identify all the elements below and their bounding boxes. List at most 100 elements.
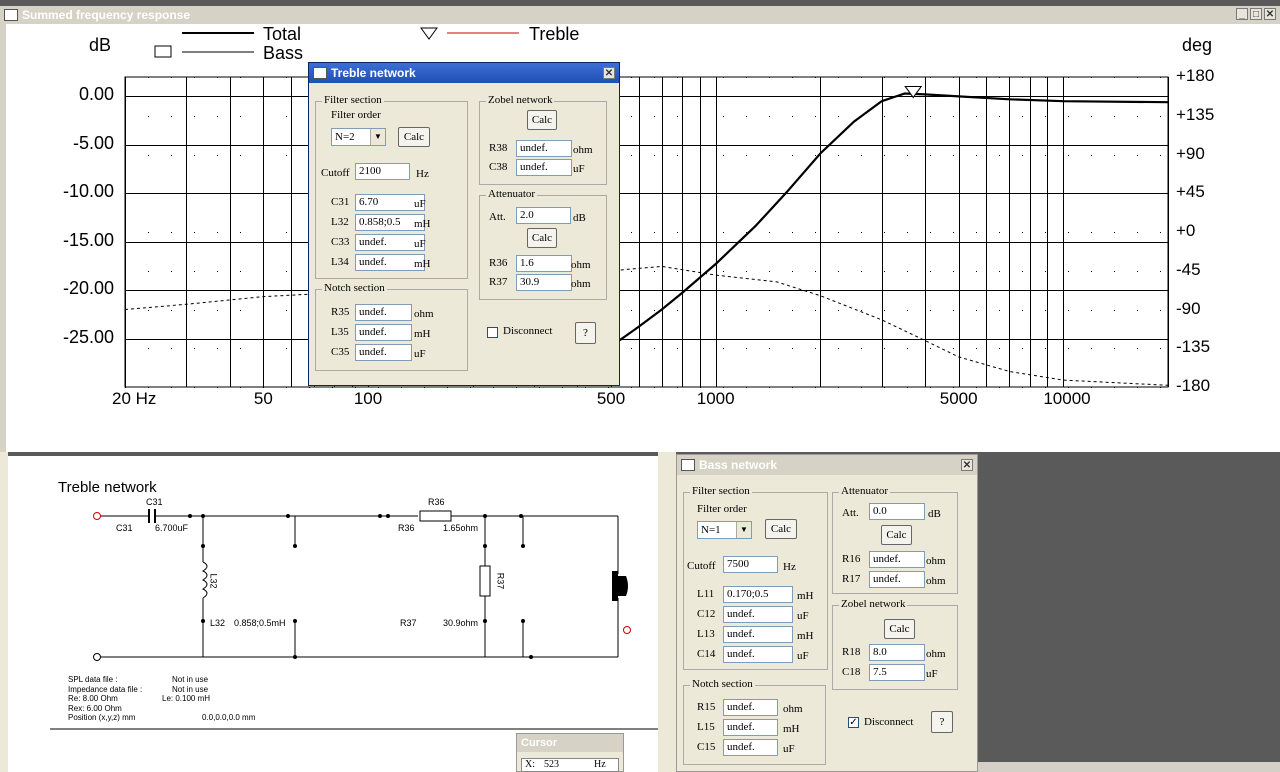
schematic-divider-left bbox=[0, 452, 8, 772]
schem-r37-value: 30.9ohm bbox=[443, 618, 479, 628]
treble-r38-field[interactable]: undef. bbox=[516, 140, 572, 157]
schematic-drawing bbox=[50, 509, 658, 730]
y-right-tick: +135 bbox=[1176, 104, 1215, 124]
bass-help-button[interactable]: ? bbox=[931, 711, 953, 733]
bass-r16-unit: ohm bbox=[926, 555, 946, 567]
cursor-field: X: 523 Hz bbox=[521, 758, 619, 772]
treble-c38-field[interactable]: undef. bbox=[516, 159, 572, 176]
info-value: Not in use bbox=[172, 675, 209, 684]
treble-r36-label: R36 bbox=[489, 257, 508, 269]
treble-filter-section-title: Filter section bbox=[322, 94, 384, 106]
treble-r35-unit: ohm bbox=[414, 308, 434, 320]
treble-l35-field[interactable]: undef. bbox=[355, 324, 412, 341]
chart-grid bbox=[125, 77, 1169, 388]
bass-c15-field[interactable]: undef. bbox=[723, 739, 778, 756]
treble-cutoff-label: Cutoff bbox=[321, 167, 350, 179]
minimize-button[interactable]: _ bbox=[1236, 8, 1248, 20]
treble-disconnect-checkbox[interactable] bbox=[487, 327, 498, 338]
treble-att-field[interactable]: 2.0 bbox=[516, 207, 571, 224]
treble-c38-label: C38 bbox=[489, 161, 508, 173]
treble-filter-calc-button[interactable]: Calc bbox=[398, 127, 430, 147]
x-tick: 1000 bbox=[696, 389, 735, 408]
bass-r18-field[interactable]: 8.0 bbox=[869, 644, 925, 661]
window-icon bbox=[681, 458, 695, 471]
bass-filter-order-value: N=1 bbox=[701, 524, 721, 536]
treble-l35-unit: mH bbox=[414, 328, 431, 340]
treble-cutoff-field[interactable]: 2100 bbox=[355, 163, 410, 180]
bass-att-label: Att. bbox=[842, 507, 859, 519]
bass-l11-field[interactable]: 0.170;0.5 bbox=[723, 586, 793, 603]
treble-l34-label: L34 bbox=[331, 256, 349, 268]
bass-disconnect-checkbox[interactable]: ✓ bbox=[848, 717, 859, 728]
y-left-tick: -10.00 bbox=[62, 181, 114, 202]
treble-marker bbox=[904, 85, 923, 99]
bass-filter-calc-button[interactable]: Calc bbox=[765, 519, 797, 539]
bass-att-field[interactable]: 0.0 bbox=[869, 503, 925, 520]
treble-r37-field[interactable]: 30.9 bbox=[516, 274, 572, 291]
treble-c31-unit: uF bbox=[414, 198, 426, 210]
bass-filter-section: Filter section bbox=[683, 485, 828, 670]
bass-c18-field[interactable]: 7.5 bbox=[869, 664, 925, 681]
treble-att-unit: dB bbox=[573, 212, 586, 224]
bass-close-button[interactable]: ✕ bbox=[961, 459, 973, 471]
treble-help-button[interactable]: ? bbox=[575, 322, 596, 344]
treble-filter-order-select[interactable]: N=2 ▼ bbox=[331, 128, 386, 146]
window-icon bbox=[4, 8, 18, 21]
x-tick: 5000 bbox=[939, 389, 978, 408]
schem-c31-top: C31 bbox=[146, 497, 163, 507]
treble-c33-unit: uF bbox=[414, 238, 426, 250]
bass-c15-label: C15 bbox=[697, 741, 716, 753]
info-key: SPL data file : bbox=[68, 675, 118, 684]
frequency-chart[interactable] bbox=[0, 24, 1280, 416]
treble-r36-field[interactable]: 1.6 bbox=[516, 255, 572, 272]
x-tick: 50 bbox=[253, 389, 273, 408]
bass-titlebar[interactable]: Bass network ✕ bbox=[677, 455, 977, 475]
legend-swatches bbox=[154, 27, 519, 58]
bass-c14-field[interactable]: undef. bbox=[723, 646, 793, 663]
bass-disconnect-label: Disconnect bbox=[864, 716, 914, 728]
schematic-divider-right bbox=[658, 452, 676, 772]
treble-atten-calc-button[interactable]: Calc bbox=[527, 228, 557, 248]
schem-c31-left: C31 bbox=[116, 523, 133, 533]
bass-notch-section-title: Notch section bbox=[690, 678, 755, 690]
bass-l13-field[interactable]: undef. bbox=[723, 626, 793, 643]
bass-zobel-calc-button[interactable]: Calc bbox=[884, 619, 915, 639]
bass-cutoff-field[interactable]: 7500 bbox=[723, 556, 778, 573]
treble-l35-label: L35 bbox=[331, 326, 349, 338]
bass-r18-unit: ohm bbox=[926, 648, 946, 660]
legend-total-label: Total bbox=[263, 24, 302, 44]
treble-close-button[interactable]: ✕ bbox=[603, 67, 615, 79]
treble-filter-order-label: Filter order bbox=[331, 109, 381, 121]
y-right-tick: +45 bbox=[1176, 182, 1205, 202]
bass-r17-field[interactable]: undef. bbox=[869, 571, 925, 588]
legend-bass-label: Bass bbox=[263, 43, 304, 63]
y-right-tick: -135 bbox=[1176, 337, 1211, 357]
treble-c35-field[interactable]: undef. bbox=[355, 344, 412, 361]
schem-r36-left: R36 bbox=[398, 523, 415, 533]
bass-c14-unit: uF bbox=[797, 650, 809, 662]
treble-r35-field[interactable]: undef. bbox=[355, 304, 412, 321]
freq-window-titlebar[interactable]: Summed frequency response _ □ ✕ bbox=[0, 6, 1280, 24]
bass-atten-calc-button[interactable]: Calc bbox=[881, 525, 912, 545]
phase-curve bbox=[124, 265, 1169, 386]
cursor-x-unit: Hz bbox=[594, 759, 606, 770]
cursor-titlebar[interactable]: Cursor bbox=[517, 734, 623, 752]
close-button[interactable]: ✕ bbox=[1264, 8, 1276, 20]
y-left-tick: -20.00 bbox=[62, 278, 114, 299]
bass-r15-field[interactable]: undef. bbox=[723, 699, 778, 716]
bass-filter-order-label: Filter order bbox=[697, 503, 747, 515]
bass-c12-field[interactable]: undef. bbox=[723, 606, 793, 623]
info-key: Position (x,y,z) mm bbox=[68, 713, 136, 722]
maximize-button[interactable]: □ bbox=[1250, 8, 1262, 20]
treble-zobel-calc-button[interactable]: Calc bbox=[527, 110, 557, 130]
bass-r16-field[interactable]: undef. bbox=[869, 551, 925, 568]
bass-c18-label: C18 bbox=[842, 666, 861, 678]
y-right-tick: -45 bbox=[1176, 259, 1201, 279]
schem-r37-label: R37 bbox=[495, 572, 506, 590]
bass-att-unit: dB bbox=[928, 508, 941, 520]
bass-l15-field[interactable]: undef. bbox=[723, 719, 778, 736]
treble-titlebar[interactable]: Treble network ✕ bbox=[309, 63, 619, 83]
bass-filter-order-select[interactable]: N=1 ▼ bbox=[697, 521, 752, 539]
y-left-tick: -15.00 bbox=[62, 229, 114, 250]
treble-att-label: Att. bbox=[489, 211, 506, 223]
